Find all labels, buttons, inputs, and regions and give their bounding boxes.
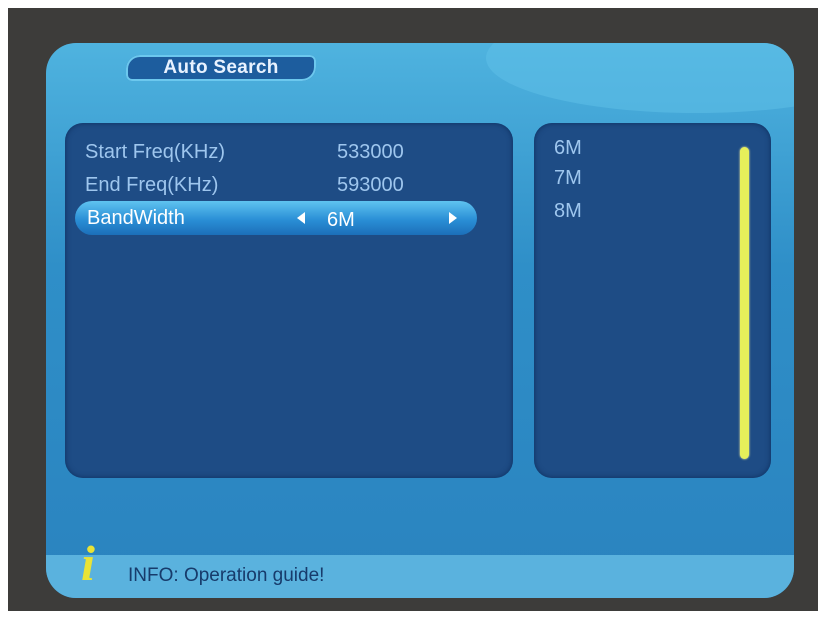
bandwidth-options-list: 6M 7M 8M: [534, 123, 771, 478]
start-freq-value: 533000: [337, 141, 404, 163]
end-freq-label: End Freq(KHz): [85, 174, 219, 196]
arrow-right-icon[interactable]: [449, 212, 457, 224]
tv-frame: Auto Search Start Freq(KHz) 533000 End F…: [8, 8, 818, 611]
bandwidth-label: BandWidth: [87, 207, 185, 229]
settings-list: Start Freq(KHz) 533000 End Freq(KHz) 593…: [65, 123, 513, 478]
header-decoration: [486, 43, 794, 113]
bandwidth-option-6m[interactable]: 6M: [554, 135, 582, 161]
start-freq-row[interactable]: Start Freq(KHz) 533000: [85, 138, 505, 166]
bandwidth-row[interactable]: BandWidth 6M: [75, 201, 477, 235]
end-freq-row[interactable]: End Freq(KHz) 593000: [85, 171, 505, 199]
end-freq-value: 593000: [337, 174, 404, 196]
auto-search-panel: Auto Search Start Freq(KHz) 533000 End F…: [46, 43, 794, 598]
info-text: INFO: Operation guide!: [128, 565, 325, 586]
bandwidth-option-8m[interactable]: 8M: [554, 198, 582, 224]
info-icon: i: [81, 535, 95, 591]
arrow-left-icon[interactable]: [297, 212, 305, 224]
bandwidth-option-7m[interactable]: 7M: [554, 165, 582, 191]
bandwidth-value: 6M: [327, 209, 355, 231]
page-title: Auto Search: [126, 55, 316, 81]
start-freq-label: Start Freq(KHz): [85, 141, 226, 163]
scrollbar[interactable]: [740, 147, 749, 459]
